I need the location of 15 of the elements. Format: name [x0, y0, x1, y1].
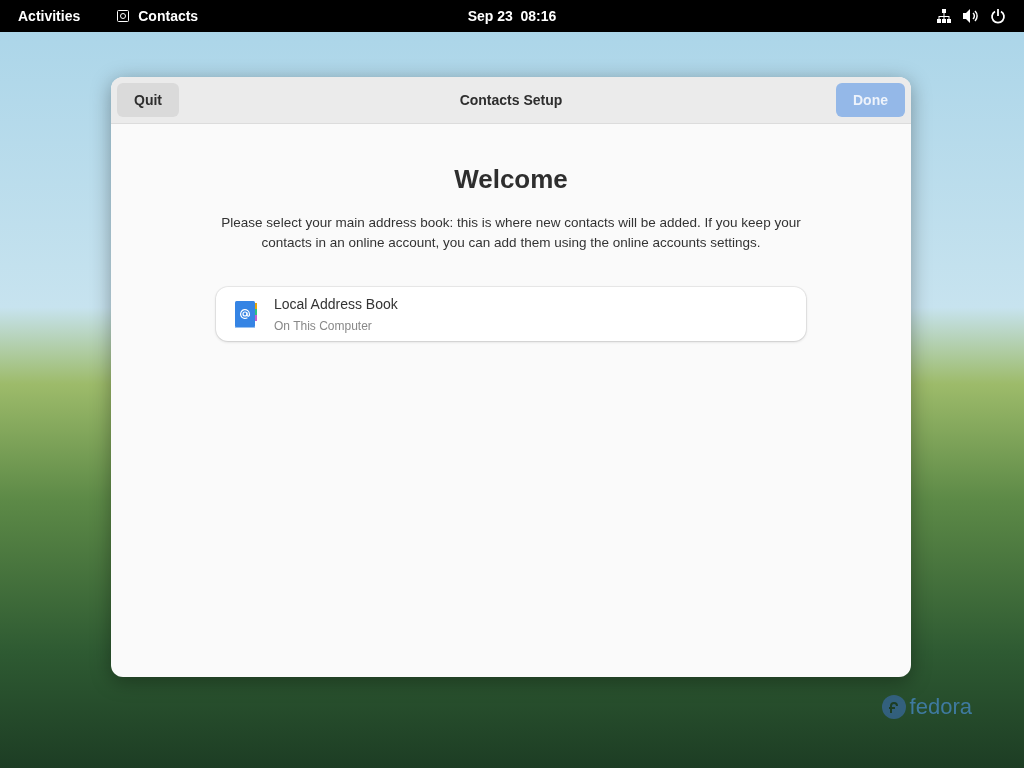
- address-book-name: Local Address Book: [274, 294, 398, 314]
- welcome-heading: Welcome: [454, 163, 568, 196]
- welcome-description: Please select your main address book: this is where new contacts will be added. If you keep your contacts in an online account, you can add them using the online accounts settings.: [220, 214, 802, 252]
- volume-icon[interactable]: [962, 8, 980, 24]
- activities-button[interactable]: Activities: [18, 5, 81, 27]
- desktop-logo-text: fedora: [909, 693, 972, 721]
- power-icon[interactable]: [990, 8, 1006, 24]
- clock[interactable]: Sep 23 08:16: [467, 5, 557, 27]
- app-menu[interactable]: Contacts: [138, 5, 199, 27]
- window-title: Contacts Setup: [459, 90, 563, 110]
- quit-button[interactable]: Quit: [117, 83, 179, 117]
- address-book-row[interactable]: Local Address Book On This Computer: [216, 287, 806, 341]
- fedora-logo-icon: [881, 694, 906, 719]
- network-icon[interactable]: [936, 8, 952, 24]
- address-book-location: On This Computer: [274, 317, 373, 335]
